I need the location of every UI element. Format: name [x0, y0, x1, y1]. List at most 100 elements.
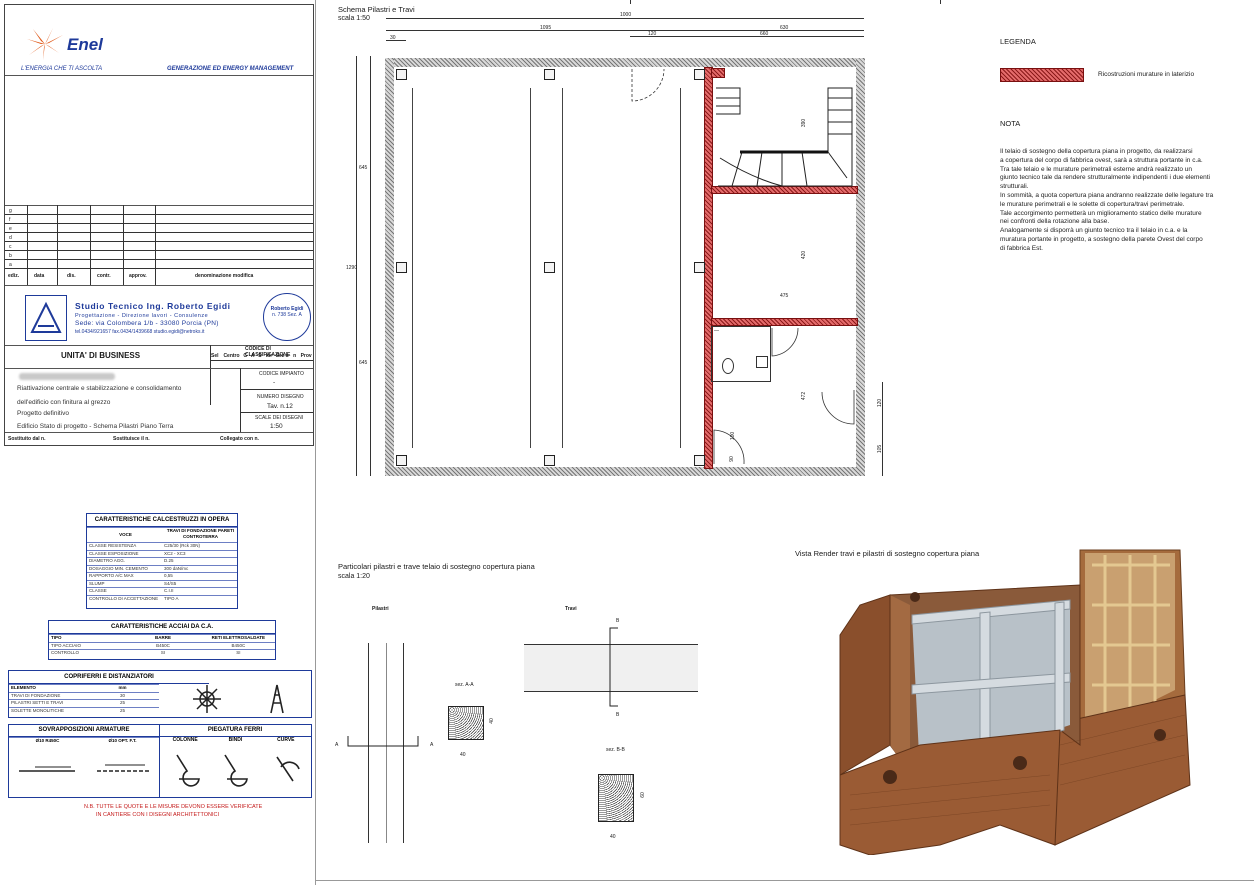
classif-col: A [250, 353, 255, 359]
studio-logo-icon [30, 301, 62, 333]
note-line: Analogamente si disporrà un giunto tecni… [1000, 227, 1188, 235]
note-line: Il telaio di sostegno della copertura pi… [1000, 148, 1193, 155]
spec-cell: S4/S5 [164, 580, 177, 586]
dim-label: 100 [730, 431, 737, 441]
pillar [694, 455, 705, 466]
note-line: In sommità, a quota copertura piana andr… [1000, 191, 1214, 199]
spec-cell: B450C [156, 642, 170, 648]
sheet-tick [940, 0, 941, 4]
overlap-col: Ø10 OPT. F.T. [108, 738, 137, 743]
spec-cell: DOSAGGIO MIN. CEMENTO [89, 565, 148, 571]
dim-line [386, 40, 406, 41]
cover-spec-title: COPRIFERRI E DISTANZIATORI [9, 671, 209, 684]
scale-label: SCALE DEI DISEGNI [255, 415, 304, 421]
pillar [396, 262, 407, 273]
legend-swatch [1000, 68, 1084, 82]
sheet-tick [630, 0, 631, 4]
door-swing [631, 68, 665, 102]
section-bb-height: 60 [639, 792, 646, 798]
plan-wall-west [385, 58, 394, 476]
classif-col: n [293, 353, 297, 359]
concrete-spec-title: CARATTERISTICHE CALCESTRUZZI IN OPERA [87, 514, 237, 527]
toilet-fixture [722, 358, 734, 374]
steel-col: RETI ELETTROSALDATE [211, 635, 266, 640]
plan-red-wall-h2 [711, 318, 858, 326]
dim-label: 90 [728, 456, 735, 462]
section-aa-height: 40 [488, 718, 495, 724]
render-3d-view [839, 549, 1191, 855]
dim-line [386, 18, 864, 19]
details-title: Particolari pilastri e trave telaio di s… [338, 562, 535, 571]
bend-title: PIEGATURA FERRI [159, 725, 311, 737]
dim-label: 630 [780, 25, 789, 31]
dim-label: 472 [801, 391, 808, 401]
classif-col: G [243, 353, 248, 359]
pillar [694, 262, 705, 273]
spec-cell: 25 [119, 707, 125, 713]
classif-col: Prov [300, 353, 312, 359]
spec-cell: TRAVI DI FONDAZIONE [11, 692, 61, 698]
dim-label: 1095 [540, 25, 552, 31]
spec-cell: PILASTRI SETTI E TRAVI [11, 700, 64, 705]
plan-title: Schema Pilastri e Travi [338, 5, 415, 14]
details-scale: scala 1:20 [338, 573, 370, 580]
spec-cell: SOLETTE MONOLITICHE [11, 707, 65, 713]
overlap-diagram [19, 764, 151, 772]
sheet-divider [315, 0, 316, 885]
note-line: muratura portante in progetto, a sostegn… [1000, 235, 1203, 243]
section-aa-box [448, 706, 484, 740]
spec-cell: 0,55 [164, 573, 173, 578]
rev-header: ediz. [8, 273, 20, 279]
pillar [544, 69, 555, 80]
section-cut-b [609, 627, 618, 707]
dim-label: 1000 [620, 12, 632, 18]
spec-cell: SLUMP [89, 580, 105, 586]
classif-col: Sel [211, 353, 219, 359]
dim-label: 660 [760, 31, 769, 37]
studio-contacts: tel.0434/921657 fax.0434/1439668 studio.… [75, 329, 205, 335]
section-cut-a [347, 736, 419, 747]
classif-col: Centro [223, 353, 240, 359]
note-body: Il telaio di sostegno della copertura pi… [1000, 148, 1252, 254]
cut-label-a-left: A [335, 742, 339, 748]
section-bb-width: 40 [610, 834, 616, 840]
title-block: Enel L'ENERGIA CHE TI ASCOLTA GENERAZION… [4, 4, 314, 446]
dim-line [370, 56, 371, 476]
rev-header: contr. [97, 273, 111, 279]
studio-address: Sede: via Colombera 1/b - 33080 Porcia (… [75, 320, 219, 327]
dim-line [882, 382, 883, 476]
beam-line [562, 88, 563, 448]
bend-diagrams [176, 754, 300, 787]
section-aa-width: 40 [460, 752, 466, 758]
classif-col: Sez [275, 353, 285, 359]
code-label: CODICE IMPIANTO [259, 371, 304, 377]
cut-label-b-bottom: B [616, 712, 620, 718]
concrete-col-voce: VOCE [119, 532, 132, 537]
spec-cell: SI [160, 650, 166, 655]
division-label: GENERAZIONE ED ENERGY MANAGEMENT [167, 66, 294, 72]
classification-cols: Sel Centro G A S Idr Sez a n Prov [211, 353, 313, 359]
cover-col: ELEMENTO [11, 685, 36, 690]
steel-spec-title: CARATTERISTICHE ACCIAI DA C.A. [49, 621, 275, 634]
legend-title: LEGENDA [1000, 37, 1036, 46]
overlap-col: Ø10 R450C [35, 738, 60, 743]
pillar [544, 262, 555, 273]
dim-line [630, 36, 864, 37]
enel-burst-icon [27, 28, 63, 60]
note-line: giunto tecnico tale da rendere struttura… [1000, 174, 1210, 182]
note-line: Tra tale telaio e le murature perimetral… [1000, 165, 1192, 173]
steel-spec-table: CARATTERISTICHE ACCIAI DA C.A. TIPO BARR… [48, 620, 276, 660]
description-line-2: dell'edificio con finitura al grezzo [17, 399, 111, 406]
footer-replaces: Sostituisce il n. [113, 436, 150, 442]
unit-label: UNITA' DI BUSINESS [61, 351, 141, 360]
spec-cell: 300 daN/mc [164, 565, 189, 571]
classif-col: Idr [265, 353, 273, 359]
spec-cell: 25 [119, 700, 125, 705]
footer-replaced-by: Sostituito dal n. [8, 436, 46, 442]
door-swing [771, 327, 799, 357]
door-swing [821, 390, 855, 425]
description-line-1: Riattivazione centrale e stabilizzazione… [17, 385, 182, 392]
rev-header: dis. [67, 273, 76, 279]
dim-label: 105 [877, 444, 884, 454]
stamp-number: n. 738 Sez. A [272, 312, 302, 318]
